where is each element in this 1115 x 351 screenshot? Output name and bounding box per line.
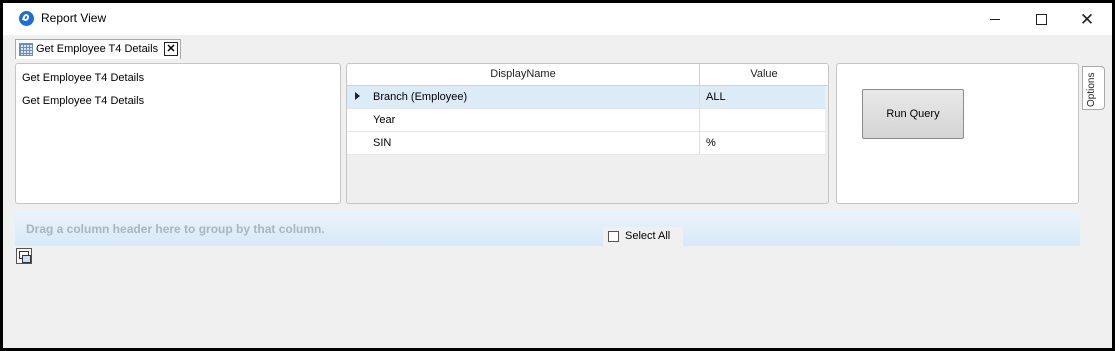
- group-by-panel[interactable]: Drag a column header here to group by th…: [15, 210, 1080, 246]
- table-row[interactable]: Branch (Employee) ALL: [347, 86, 825, 109]
- parameters-grid: DisplayName Value Branch (Employee) ALL …: [346, 63, 829, 204]
- maximize-button[interactable]: [1018, 3, 1064, 35]
- title-bar: Report View ✕: [3, 3, 1112, 35]
- report-view-window: Report View ✕ Get Employee T4 Details ✕ …: [0, 0, 1115, 351]
- tab-get-employee-t4-details[interactable]: Get Employee T4 Details ✕: [15, 39, 181, 59]
- select-all-label: Select All: [625, 230, 671, 242]
- param-name-cell[interactable]: Branch (Employee): [373, 86, 700, 108]
- row-indicator-icon: [355, 92, 360, 100]
- tab-label: Get Employee T4 Details: [36, 43, 159, 55]
- results-grid-area: [15, 265, 1080, 345]
- maximize-icon: [1035, 13, 1047, 25]
- run-query-button[interactable]: Run Query: [862, 89, 964, 139]
- action-panel: Run Query: [836, 63, 1079, 204]
- close-icon: ✕: [1079, 9, 1095, 29]
- select-all-control[interactable]: Select All: [603, 227, 683, 246]
- options-side-tab[interactable]: Options: [1082, 66, 1105, 110]
- column-chooser-icon[interactable]: [16, 248, 32, 264]
- minimize-button[interactable]: [972, 3, 1018, 35]
- group-by-hint: Drag a column header here to group by th…: [26, 222, 325, 236]
- param-value-cell[interactable]: ALL: [706, 86, 822, 108]
- close-button[interactable]: ✕: [1064, 3, 1110, 35]
- select-all-checkbox[interactable]: [608, 231, 619, 242]
- param-name-cell[interactable]: SIN: [373, 132, 700, 154]
- param-value-cell[interactable]: [706, 109, 822, 131]
- table-row[interactable]: Year: [347, 109, 825, 132]
- column-header-value[interactable]: Value: [700, 64, 828, 85]
- options-label: Options: [1086, 72, 1097, 107]
- table-row[interactable]: SIN %: [347, 132, 825, 155]
- param-name-cell[interactable]: Year: [373, 109, 700, 131]
- param-value-cell[interactable]: %: [706, 132, 822, 154]
- column-header-displayname[interactable]: DisplayName: [347, 64, 700, 85]
- tab-close-icon[interactable]: ✕: [164, 42, 178, 56]
- query-list-item[interactable]: Get Employee T4 Details: [22, 95, 334, 118]
- grid-icon: [19, 43, 33, 56]
- minimize-icon: [990, 18, 1000, 20]
- grid-header: DisplayName Value: [347, 64, 828, 86]
- report-content: Get Employee T4 Details Get Employee T4 …: [3, 60, 1112, 348]
- document-tab-strip: Get Employee T4 Details ✕: [3, 35, 1112, 61]
- query-list-panel: Get Employee T4 Details Get Employee T4 …: [15, 63, 341, 204]
- query-list-item[interactable]: Get Employee T4 Details: [22, 72, 334, 95]
- window-title: Report View: [41, 11, 107, 25]
- report-app-icon: [19, 11, 34, 26]
